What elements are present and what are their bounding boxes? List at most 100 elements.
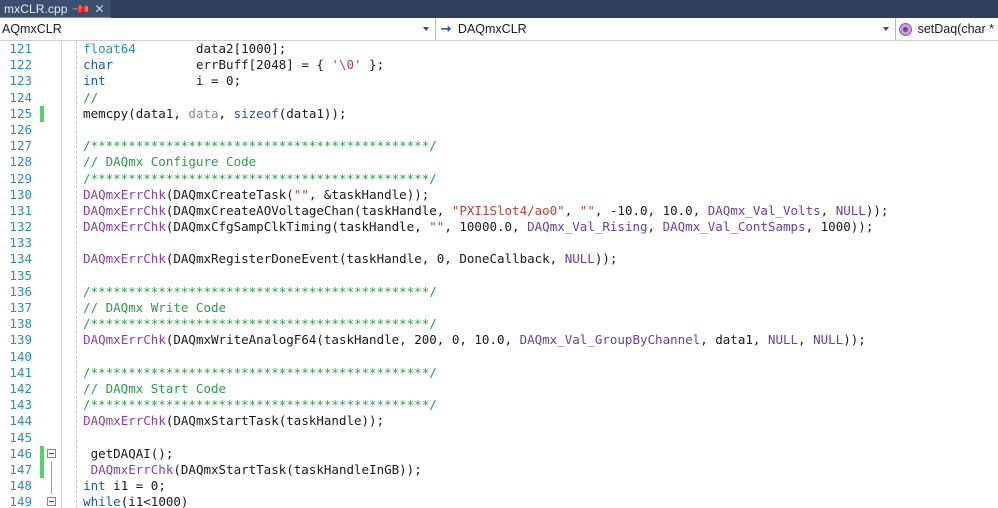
token-plain: , 1000)); [805,219,874,235]
tab-mxclr-cpp[interactable]: mxCLR.cpp 📌 ✕ [0,0,111,19]
line-number: 136 [9,283,32,299]
code-line[interactable]: 149 while(i1<1000) [0,494,998,508]
token-plain: )); [843,332,866,348]
token-plain: , [218,105,234,121]
line-number: 137 [9,300,32,315]
code-line[interactable]: 125 memcpy(data1, data, sizeof(data1)); [0,105,998,122]
token-const: DAQmx_Val_Volts [707,202,821,218]
code-line[interactable]: 130 DAQmxErrChk(DAQmxCreateTask("", &tas… [0,187,998,203]
line-number: 146 [9,445,32,461]
code-line[interactable]: 128 // DAQmx Configure Code [0,154,998,170]
token-str: "" [429,219,445,235]
code-line[interactable]: 142 // DAQmx Start Code [0,381,998,397]
navigation-bar: AQmxCLR → DAQmxCLR setDaq(char * [0,18,998,41]
token-cmt: /***************************************… [68,397,437,413]
token-plain: i1 = 0; [105,478,166,494]
scope-dropdown-label: AQmxCLR [2,22,62,36]
member-dropdown[interactable]: setDaq(char * [895,18,998,40]
close-icon[interactable]: ✕ [95,3,105,15]
token-plain: data2[1000]; [135,41,287,56]
token-macro: DAQmxErrChk [83,251,166,267]
code-line[interactable]: 138 /***********************************… [0,316,998,332]
tab-strip: mxCLR.cpp 📌 ✕ [0,0,998,19]
token-plain: , [647,219,663,235]
token-plain: errBuff[2048] = { [113,57,332,73]
token-cmt: /***************************************… [68,138,437,154]
token-plain: (DAQmxStartTask(taskHandle)); [165,413,385,429]
code-line[interactable]: 135 [0,268,998,284]
code-line[interactable]: 144 DAQmxErrChk(DAQmxStartTask(taskHandl… [0,413,998,429]
fold-region-line [51,478,52,495]
code-line[interactable]: 127 /***********************************… [0,138,998,154]
token-plain: (DAQmxWriteAnalogF64(taskHandle, 200, 0,… [165,332,520,348]
fold-collapse-icon[interactable] [47,497,56,507]
code-line[interactable]: 121 float64 data2[1000]; [0,41,998,57]
pin-icon[interactable]: 📌 [71,0,91,19]
code-lines-container: 121 float64 data2[1000]; 122 char errBuff… [0,41,998,508]
token-str: "" [293,186,309,202]
token-plain: , [564,202,580,218]
change-bar [40,105,44,122]
line-number: 135 [9,267,32,283]
line-number: 128 [9,154,32,170]
token-plain: , &taskHandle)); [308,186,430,202]
line-number: 139 [9,332,32,348]
fold-collapse-icon[interactable] [47,448,56,458]
code-line[interactable]: 126 [0,122,998,138]
code-editor[interactable]: 121 float64 data2[1000]; 122 char errBuff… [0,41,998,508]
token-cmt: // DAQmx Write Code [68,300,227,315]
code-text: DAQmxErrChk(DAQmxCreateAOVoltageChan(tas… [68,203,888,219]
code-line[interactable]: 131 DAQmxErrChk(DAQmxCreateAOVoltageChan… [0,203,998,219]
code-line[interactable]: 136 /***********************************… [0,284,998,300]
code-line[interactable]: 133 [0,235,998,251]
token-plain: (DAQmxStartTask(taskHandleInGB)); [173,461,422,477]
token-kw: sizeof [233,105,279,121]
code-line[interactable]: 143 /***********************************… [0,397,998,413]
line-number: 121 [9,41,32,56]
token-dim: data [188,105,219,121]
code-line[interactable]: 148 int i1 = 0; [0,478,998,495]
code-line[interactable]: 129 /***********************************… [0,171,998,187]
code-line[interactable]: 137 // DAQmx Write Code [0,300,998,316]
code-text: float64 data2[1000]; [68,41,286,57]
code-line[interactable]: 122 char errBuff[2048] = { '\0' }; [0,57,998,73]
code-line[interactable]: 146 getDAQAI(); [0,445,998,462]
code-text: DAQmxErrChk(DAQmxCreateTask("", &taskHan… [68,187,429,203]
line-number: 142 [9,380,32,396]
token-const: DAQmx_Val_ContSamps [662,219,806,235]
tab-title: mxCLR.cpp [4,2,68,16]
code-line[interactable]: 140 [0,349,998,365]
code-line[interactable]: 124 // [0,90,998,106]
token-str: '\0' [331,57,362,73]
token-const: NULL [767,332,799,348]
code-line[interactable]: 134 DAQmxErrChk(DAQmxRegisterDoneEvent(t… [0,251,998,267]
token-plain: , [820,202,836,218]
code-line[interactable]: 132 DAQmxErrChk(DAQmxCfgSampClkTiming(ta… [0,219,998,235]
line-number: 126 [9,121,32,137]
code-line[interactable]: 147 DAQmxErrChk(DAQmxStartTask(taskHandl… [0,461,998,479]
code-line[interactable]: 123 int i = 0; [0,73,998,89]
class-dropdown-label: DAQmxCLR [457,22,527,36]
scope-dropdown[interactable]: AQmxCLR [0,18,436,40]
token-macro: DAQmxErrChk [83,219,166,235]
line-number: 122 [9,57,32,73]
class-dropdown[interactable]: → DAQmxCLR [435,18,896,40]
code-text: // DAQmx Write Code [68,300,226,316]
token-plain: (data1)); [278,105,347,121]
code-text: getDAQAI(); [68,446,174,462]
token-str: "PXI1Slot4/ao0" [451,202,565,218]
code-text: memcpy(data1, data, sizeof(data1)); [68,106,346,122]
line-number: 133 [9,235,32,251]
token-plain: , [798,332,814,348]
code-text: while(i1<1000) [68,494,188,508]
line-number: 127 [9,138,32,154]
token-const: DAQmx_Val_Rising [527,219,648,235]
code-line[interactable]: 141 /***********************************… [0,365,998,381]
code-line[interactable]: 139 DAQmxErrChk(DAQmxWriteAnalogF64(task… [0,332,998,348]
code-line[interactable]: 145 [0,430,998,446]
line-number: 132 [9,219,32,235]
